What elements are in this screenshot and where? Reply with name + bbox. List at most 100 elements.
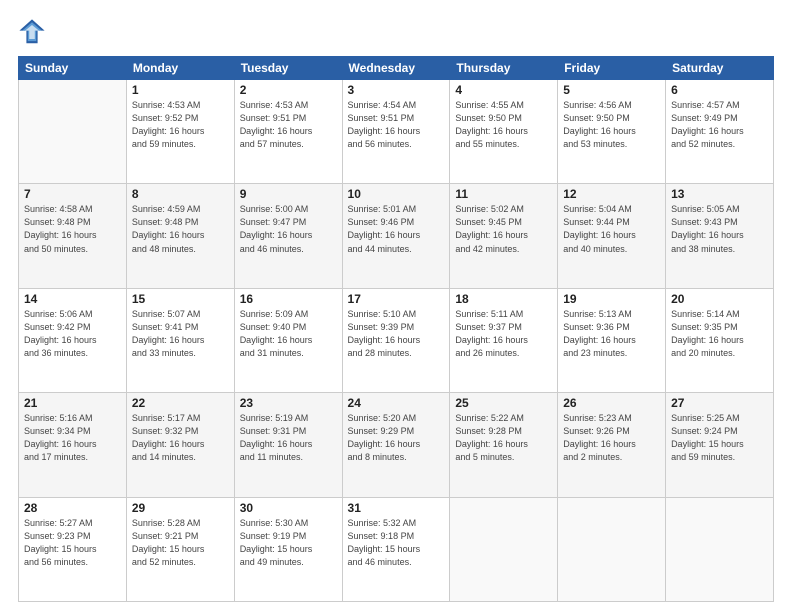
calendar-week-row: 28 Sunrise: 5:27 AM Sunset: 9:23 PM Dayli… [19,497,774,601]
day-info: Sunrise: 5:17 AM Sunset: 9:32 PM Dayligh… [132,412,229,464]
calendar-cell: 5 Sunrise: 4:56 AM Sunset: 9:50 PM Daylig… [558,80,666,184]
day-number: 9 [240,187,337,201]
day-info: Sunrise: 5:00 AM Sunset: 9:47 PM Dayligh… [240,203,337,255]
weekday-header-saturday: Saturday [666,57,774,80]
day-info: Sunrise: 5:22 AM Sunset: 9:28 PM Dayligh… [455,412,552,464]
day-info: Sunrise: 5:02 AM Sunset: 9:45 PM Dayligh… [455,203,552,255]
calendar-cell [666,497,774,601]
calendar-week-row: 14Sunrise: 5:06 AM Sunset: 9:42 PM Dayli… [19,288,774,392]
calendar-cell: 12 Sunrise: 5:04 AM Sunset: 9:44 PM Dayli… [558,184,666,288]
day-number: 1 [132,83,229,97]
day-info: Sunrise: 5:30 AM Sunset: 9:19 PM Dayligh… [240,517,337,569]
calendar-cell: 24 Sunrise: 5:20 AM Sunset: 9:29 PM Dayli… [342,393,450,497]
calendar-cell: 14Sunrise: 5:06 AM Sunset: 9:42 PM Dayli… [19,288,127,392]
calendar-cell: 28 Sunrise: 5:27 AM Sunset: 9:23 PM Dayli… [19,497,127,601]
calendar-cell: 10 Sunrise: 5:01 AM Sunset: 9:46 PM Dayli… [342,184,450,288]
day-number: 22 [132,396,229,410]
day-info: Sunrise: 5:16 AM Sunset: 9:34 PM Dayligh… [24,412,121,464]
calendar-cell [19,80,127,184]
weekday-header-wednesday: Wednesday [342,57,450,80]
day-number: 5 [563,83,660,97]
weekday-header-sunday: Sunday [19,57,127,80]
weekday-header-row: SundayMondayTuesdayWednesdayThursdayFrid… [19,57,774,80]
calendar-cell: 30 Sunrise: 5:30 AM Sunset: 9:19 PM Dayli… [234,497,342,601]
calendar-week-row: 1 Sunrise: 4:53 AM Sunset: 9:52 PM Daylig… [19,80,774,184]
calendar-cell: 15 Sunrise: 5:07 AM Sunset: 9:41 PM Dayli… [126,288,234,392]
calendar-table: SundayMondayTuesdayWednesdayThursdayFrid… [18,56,774,602]
weekday-header-tuesday: Tuesday [234,57,342,80]
calendar-cell: 7Sunrise: 4:58 AM Sunset: 9:48 PM Daylig… [19,184,127,288]
calendar-cell: 19Sunrise: 5:13 AM Sunset: 9:36 PM Dayli… [558,288,666,392]
day-info: Sunrise: 5:04 AM Sunset: 9:44 PM Dayligh… [563,203,660,255]
day-number: 10 [348,187,445,201]
day-info: Sunrise: 5:27 AM Sunset: 9:23 PM Dayligh… [24,517,121,569]
day-info: Sunrise: 4:59 AM Sunset: 9:48 PM Dayligh… [132,203,229,255]
day-info: Sunrise: 5:01 AM Sunset: 9:46 PM Dayligh… [348,203,445,255]
day-info: Sunrise: 5:10 AM Sunset: 9:39 PM Dayligh… [348,308,445,360]
day-number: 26 [563,396,660,410]
day-number: 29 [132,501,229,515]
day-number: 3 [348,83,445,97]
day-number: 2 [240,83,337,97]
calendar-week-row: 21Sunrise: 5:16 AM Sunset: 9:34 PM Dayli… [19,393,774,497]
calendar-cell: 25 Sunrise: 5:22 AM Sunset: 9:28 PM Dayli… [450,393,558,497]
day-info: Sunrise: 5:19 AM Sunset: 9:31 PM Dayligh… [240,412,337,464]
day-number: 15 [132,292,229,306]
logo [18,18,50,46]
calendar-cell: 21Sunrise: 5:16 AM Sunset: 9:34 PM Dayli… [19,393,127,497]
page: SundayMondayTuesdayWednesdayThursdayFrid… [0,0,792,612]
calendar-cell: 8Sunrise: 4:59 AM Sunset: 9:48 PM Daylig… [126,184,234,288]
day-info: Sunrise: 5:14 AM Sunset: 9:35 PM Dayligh… [671,308,768,360]
weekday-header-monday: Monday [126,57,234,80]
calendar-cell: 23 Sunrise: 5:19 AM Sunset: 9:31 PM Dayli… [234,393,342,497]
day-info: Sunrise: 5:32 AM Sunset: 9:18 PM Dayligh… [348,517,445,569]
calendar-cell: 6 Sunrise: 4:57 AM Sunset: 9:49 PM Daylig… [666,80,774,184]
calendar-cell: 9 Sunrise: 5:00 AM Sunset: 9:47 PM Daylig… [234,184,342,288]
calendar-cell: 18Sunrise: 5:11 AM Sunset: 9:37 PM Dayli… [450,288,558,392]
day-info: Sunrise: 4:56 AM Sunset: 9:50 PM Dayligh… [563,99,660,151]
day-info: Sunrise: 5:07 AM Sunset: 9:41 PM Dayligh… [132,308,229,360]
calendar-cell: 4 Sunrise: 4:55 AM Sunset: 9:50 PM Daylig… [450,80,558,184]
day-info: Sunrise: 5:05 AM Sunset: 9:43 PM Dayligh… [671,203,768,255]
day-info: Sunrise: 4:57 AM Sunset: 9:49 PM Dayligh… [671,99,768,151]
day-info: Sunrise: 4:53 AM Sunset: 9:51 PM Dayligh… [240,99,337,151]
calendar-cell: 11Sunrise: 5:02 AM Sunset: 9:45 PM Dayli… [450,184,558,288]
day-number: 27 [671,396,768,410]
calendar-cell: 22 Sunrise: 5:17 AM Sunset: 9:32 PM Dayli… [126,393,234,497]
calendar-cell: 3 Sunrise: 4:54 AM Sunset: 9:51 PM Daylig… [342,80,450,184]
header [18,18,774,46]
day-number: 28 [24,501,121,515]
day-number: 30 [240,501,337,515]
calendar-cell: 31 Sunrise: 5:32 AM Sunset: 9:18 PM Dayli… [342,497,450,601]
calendar-cell: 1 Sunrise: 4:53 AM Sunset: 9:52 PM Daylig… [126,80,234,184]
calendar-cell: 29 Sunrise: 5:28 AM Sunset: 9:21 PM Dayli… [126,497,234,601]
day-number: 16 [240,292,337,306]
day-number: 24 [348,396,445,410]
day-number: 7 [24,187,121,201]
day-number: 12 [563,187,660,201]
weekday-header-friday: Friday [558,57,666,80]
day-number: 4 [455,83,552,97]
day-info: Sunrise: 5:20 AM Sunset: 9:29 PM Dayligh… [348,412,445,464]
day-number: 6 [671,83,768,97]
calendar-week-row: 7Sunrise: 4:58 AM Sunset: 9:48 PM Daylig… [19,184,774,288]
calendar-cell: 26Sunrise: 5:23 AM Sunset: 9:26 PM Dayli… [558,393,666,497]
day-number: 20 [671,292,768,306]
day-number: 25 [455,396,552,410]
calendar-cell: 20 Sunrise: 5:14 AM Sunset: 9:35 PM Dayli… [666,288,774,392]
day-info: Sunrise: 4:53 AM Sunset: 9:52 PM Dayligh… [132,99,229,151]
calendar-cell: 27 Sunrise: 5:25 AM Sunset: 9:24 PM Dayli… [666,393,774,497]
day-info: Sunrise: 5:06 AM Sunset: 9:42 PM Dayligh… [24,308,121,360]
day-info: Sunrise: 5:25 AM Sunset: 9:24 PM Dayligh… [671,412,768,464]
day-info: Sunrise: 4:54 AM Sunset: 9:51 PM Dayligh… [348,99,445,151]
calendar-cell: 2 Sunrise: 4:53 AM Sunset: 9:51 PM Daylig… [234,80,342,184]
calendar-cell [558,497,666,601]
day-number: 23 [240,396,337,410]
day-number: 31 [348,501,445,515]
logo-icon [18,18,46,46]
day-info: Sunrise: 5:28 AM Sunset: 9:21 PM Dayligh… [132,517,229,569]
day-number: 19 [563,292,660,306]
weekday-header-thursday: Thursday [450,57,558,80]
day-info: Sunrise: 4:55 AM Sunset: 9:50 PM Dayligh… [455,99,552,151]
calendar-cell [450,497,558,601]
